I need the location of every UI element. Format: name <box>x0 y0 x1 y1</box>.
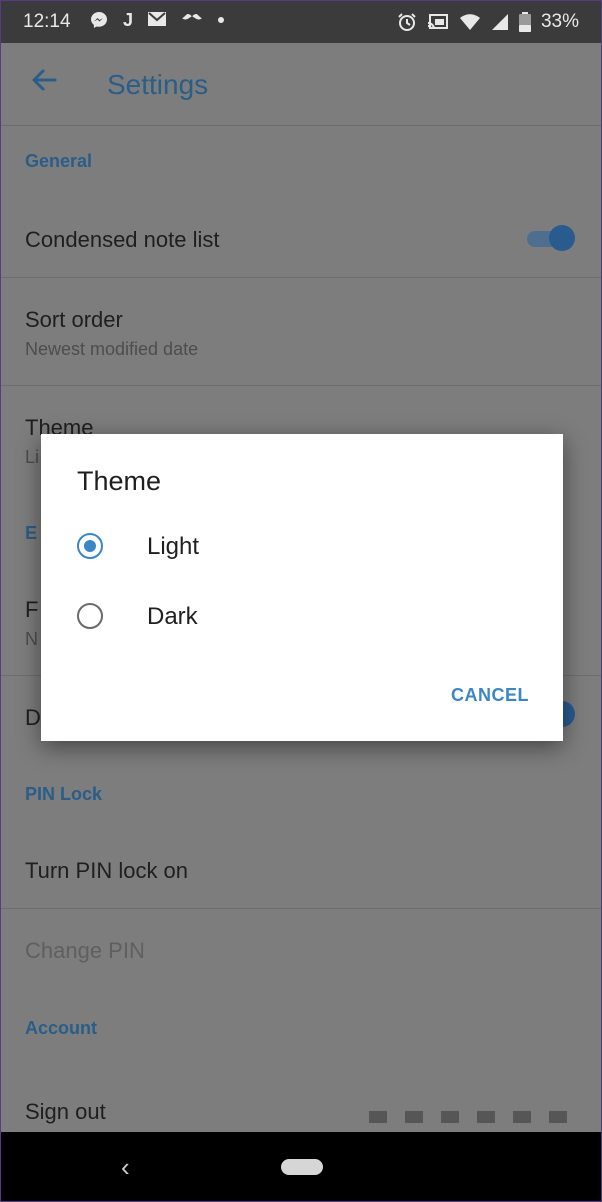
status-right: 33% <box>397 11 579 33</box>
sort-order-value: Newest modified date <box>25 339 199 359</box>
navigation-bar: ‹ <box>1 1132 601 1201</box>
radio-unchecked-icon[interactable] <box>77 603 103 629</box>
change-pin: Change PIN <box>25 938 145 963</box>
app-bar: Settings <box>1 43 601 126</box>
cancel-button[interactable]: CANCEL <box>451 685 529 706</box>
screen: 12:14 J 33% Settings General Condensed n… <box>0 0 602 1202</box>
section-header-general: General <box>25 151 93 171</box>
dot-icon <box>218 17 225 23</box>
section-header-account: Account <box>25 1018 97 1038</box>
status-left-icons: J <box>89 10 225 31</box>
toggle-thumb <box>549 225 575 251</box>
theme-dialog: Theme Light Dark CANCEL <box>41 434 563 741</box>
page-title: Settings <box>107 69 209 100</box>
blurred-account-info <box>369 1111 567 1123</box>
section-header-pin-lock: PIN Lock <box>25 784 103 804</box>
turn-pin-lock-on[interactable]: Turn PIN lock on <box>25 858 188 884</box>
j-app-icon: J <box>123 10 134 30</box>
messenger-icon <box>91 12 107 28</box>
font-value: N <box>25 629 38 649</box>
condensed-note-list-label[interactable]: Condensed note list <box>25 227 219 253</box>
divider <box>1 908 601 909</box>
back-arrow-icon[interactable] <box>29 65 59 95</box>
sort-order-label[interactable]: Sort order <box>25 307 123 333</box>
sign-out[interactable]: Sign out <box>25 1099 106 1125</box>
section-header-editor: E <box>25 523 38 543</box>
nav-back-icon[interactable]: ‹ <box>121 1152 130 1183</box>
gmail-icon <box>148 12 167 26</box>
theme-option-light[interactable]: Light <box>77 524 537 574</box>
font-label[interactable]: F <box>25 597 38 623</box>
option-label[interactable]: Light <box>147 533 199 561</box>
cast-icon <box>427 14 448 30</box>
status-time: 12:14 <box>23 11 71 32</box>
signal-icon <box>491 14 508 30</box>
d-setting-label[interactable]: D <box>25 705 41 731</box>
battery-percent: 33% <box>540 11 579 32</box>
battery-icon <box>518 12 531 32</box>
divider <box>1 277 601 278</box>
theme-value: Li <box>25 447 40 467</box>
dialog-title: Theme <box>77 466 162 496</box>
mustache-icon <box>182 14 203 20</box>
alarm-icon <box>398 13 416 31</box>
wifi-icon <box>459 14 480 30</box>
nav-home-pill[interactable] <box>281 1159 323 1175</box>
condensed-note-list-toggle[interactable] <box>527 225 575 251</box>
divider <box>1 385 601 386</box>
option-label[interactable]: Dark <box>147 603 198 631</box>
status-bar: 12:14 J 33% <box>1 1 601 43</box>
radio-checked-icon[interactable] <box>77 533 103 559</box>
theme-option-dark[interactable]: Dark <box>77 594 537 644</box>
